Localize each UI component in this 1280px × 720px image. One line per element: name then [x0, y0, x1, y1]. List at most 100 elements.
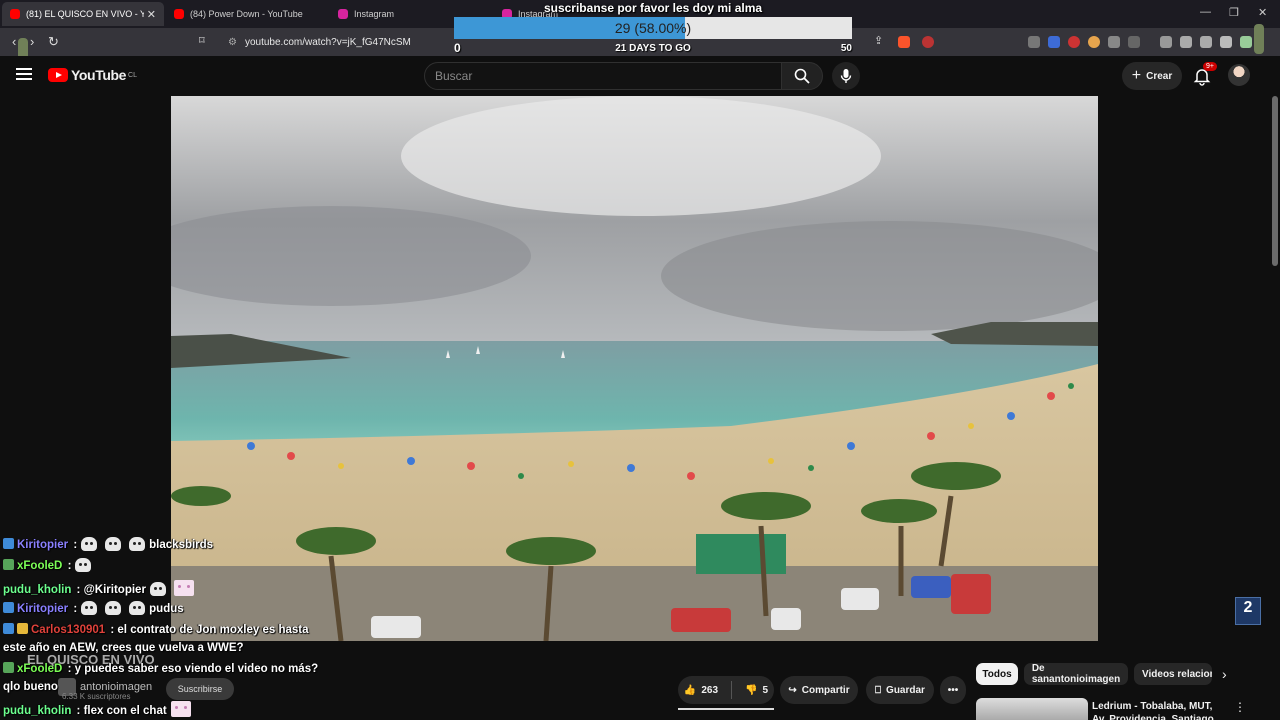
badge-icon: [3, 559, 14, 570]
more-dots-icon: •••: [947, 684, 959, 696]
cat-emote-icon: [129, 537, 146, 551]
bookmark-icon[interactable]: ⌑: [199, 34, 205, 47]
maximize-icon[interactable]: ❐: [1229, 6, 1239, 19]
cat-emote-icon: [129, 601, 146, 615]
chat-text: qlo bueno: [3, 681, 58, 693]
video-player[interactable]: [171, 96, 1098, 641]
youtube-favicon-icon: [174, 9, 184, 19]
menu-icon[interactable]: [16, 68, 32, 83]
extension-icon[interactable]: [1220, 36, 1232, 48]
goal-title: suscribanse por favor les doy mi alma: [543, 1, 763, 15]
share-label: Compartir: [801, 684, 850, 696]
related-video-thumbnail[interactable]: [976, 698, 1088, 720]
share-icon[interactable]: ⇪: [874, 34, 883, 47]
reload-icon[interactable]: ↻: [48, 34, 59, 50]
dislike-count[interactable]: 5: [763, 685, 769, 696]
frog-sticker-icon: [1254, 24, 1264, 54]
cat-emote-icon: [149, 582, 166, 596]
cat-emote-icon: [105, 601, 122, 615]
badge-icon: [3, 538, 14, 549]
back-icon[interactable]: ‹: [12, 34, 16, 49]
youtube-logo[interactable]: YouTube CL: [48, 67, 137, 83]
chat-username: pudu_kholin: [3, 705, 72, 717]
chat-username: Kiritopier: [17, 603, 69, 615]
share-arrow-icon: ↪: [788, 684, 797, 696]
browser-tab[interactable]: (81) EL QUISCO EN VIVO - YouTu ✕: [2, 2, 164, 26]
account-avatar[interactable]: [1228, 64, 1250, 86]
subscribe-button[interactable]: Suscribirse: [166, 678, 234, 700]
close-tab-icon[interactable]: ✕: [147, 8, 156, 21]
tab-title: (84) Power Down - YouTube: [190, 9, 303, 19]
page-scrollbar[interactable]: [1272, 96, 1278, 266]
chat-message: Kiritopier : pudus: [3, 601, 184, 617]
chat-username: pudu_kholin: [3, 584, 72, 596]
search-icon: [794, 68, 810, 84]
chat-text: pudus: [149, 603, 184, 615]
badge-icon: [17, 623, 28, 634]
forward-icon[interactable]: ›: [30, 34, 34, 49]
more-vert-icon[interactable]: ⋮: [1234, 700, 1246, 714]
chat-text: flex con el chat: [83, 705, 167, 717]
cat-emote-icon: [105, 537, 122, 551]
close-window-icon[interactable]: ✕: [1258, 6, 1267, 19]
chip-related[interactable]: Videos relacion: [1134, 663, 1212, 685]
more-actions-button[interactable]: •••: [940, 676, 966, 704]
pink-emote-icon: [173, 580, 194, 596]
chip-from-channel[interactable]: De sanantonioimagen: [1024, 663, 1128, 685]
vpn-icon[interactable]: [1240, 36, 1252, 48]
url-text: youtube.com/watch?v=jK_fG47NcSM: [244, 36, 411, 48]
thumbs-up-icon[interactable]: 👍: [684, 685, 696, 696]
like-dislike-group: 👍 263 👎 5: [678, 676, 774, 704]
voice-search-button[interactable]: [832, 62, 860, 90]
tab-title: (81) EL QUISCO EN VIVO - YouTu: [26, 9, 144, 19]
sidebar-icon[interactable]: [1180, 36, 1192, 48]
site-info-icon[interactable]: ⚙: [228, 37, 237, 48]
thumbs-down-icon[interactable]: 👎: [745, 685, 757, 696]
music-icon[interactable]: [1160, 36, 1172, 48]
cat-emote-icon: [81, 601, 98, 615]
brave-shield-icon[interactable]: [898, 36, 910, 48]
save-button[interactable]: ⎕ Guardar: [866, 676, 934, 704]
extension-icon[interactable]: [1048, 36, 1060, 48]
notifications-badge: 9+: [1203, 62, 1217, 71]
chat-username: xFooleD: [17, 663, 63, 675]
channel-watermark: 2: [1235, 597, 1261, 625]
rewards-icon[interactable]: [922, 36, 934, 48]
bookmark-save-icon: ⎕: [875, 684, 882, 696]
extension-icon[interactable]: [1088, 36, 1100, 48]
save-label: Guardar: [886, 684, 925, 696]
create-button[interactable]: + Crear: [1122, 62, 1182, 90]
badge-icon: [3, 623, 14, 634]
chat-message: xFooleD :: [3, 558, 95, 574]
chat-text: blacksbirds: [149, 539, 214, 551]
chat-message-continued: qlo bueno: [3, 680, 58, 695]
extension-icon[interactable]: [1028, 36, 1040, 48]
create-label: Crear: [1146, 70, 1173, 82]
extension-icon[interactable]: [1068, 36, 1080, 48]
related-video-title[interactable]: Ledrium - Tobalaba, MUT, Av. Providencia…: [1092, 700, 1222, 720]
extension-icon[interactable]: [1108, 36, 1120, 48]
chat-message: Kiritopier : blacksbirds: [3, 537, 213, 553]
divider: [731, 681, 733, 699]
chip-all[interactable]: Todos: [976, 663, 1018, 685]
share-button[interactable]: ↪ Compartir: [780, 676, 858, 704]
minimize-icon[interactable]: —: [1200, 6, 1211, 18]
youtube-play-icon: [48, 68, 68, 82]
chevron-right-icon[interactable]: ›: [1222, 666, 1227, 682]
beach-livestream-image: [171, 96, 1098, 641]
chat-text: este año en AEW, crees que vuelva a WWE?: [3, 642, 244, 654]
badge-icon: [3, 602, 14, 613]
extension-icon[interactable]: [1128, 36, 1140, 48]
microphone-icon: [840, 69, 852, 83]
search-button[interactable]: [781, 62, 823, 90]
pink-emote-icon: [170, 701, 191, 717]
chat-message: Carlos130901 : el contrato de Jon moxley…: [3, 623, 309, 638]
browser-tab[interactable]: (84) Power Down - YouTube: [166, 2, 328, 26]
chat-message-continued: este año en AEW, crees que vuelva a WWE?: [3, 641, 244, 656]
search-input[interactable]: Buscar: [424, 62, 782, 90]
chat-text: @Kiritopier: [83, 584, 146, 596]
logo-text: YouTube: [71, 67, 127, 83]
like-count[interactable]: 263: [701, 685, 718, 696]
wallet-icon[interactable]: [1200, 36, 1212, 48]
badge-icon: [3, 662, 14, 673]
